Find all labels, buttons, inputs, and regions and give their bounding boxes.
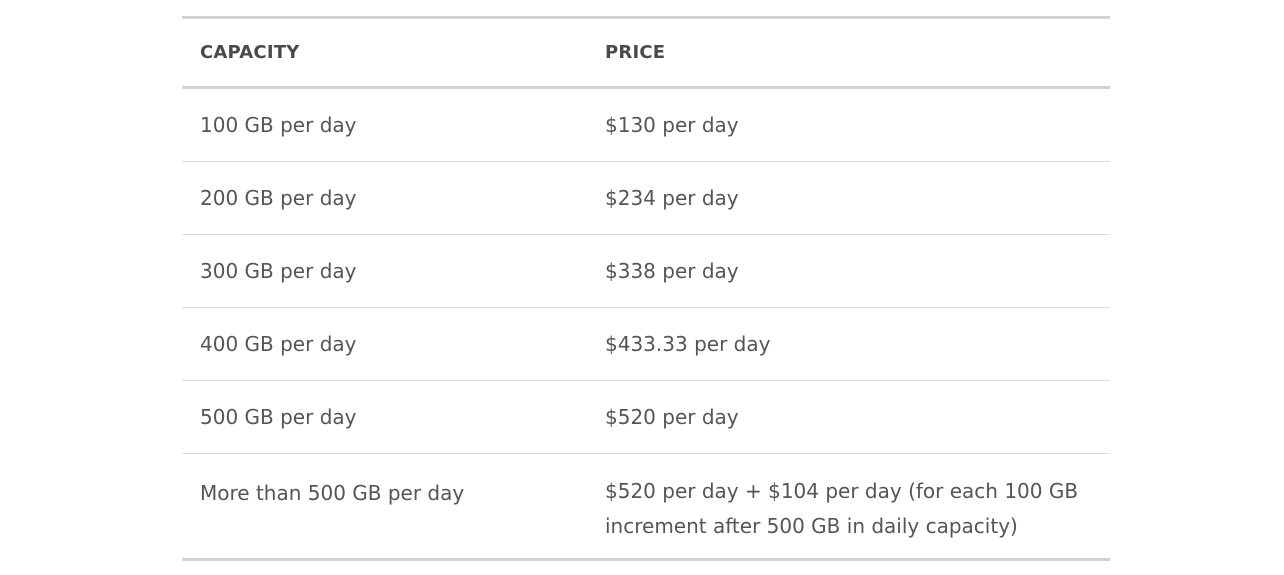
- price-cell: $520 per day: [587, 380, 1110, 454]
- header-row: CAPACITY PRICE: [182, 17, 1110, 89]
- table-row: More than 500 GB per day $520 per day + …: [182, 454, 1110, 560]
- table-row: 500 GB per day $520 per day: [182, 380, 1110, 454]
- table-row: 300 GB per day $338 per day: [182, 234, 1110, 308]
- price-cell: $130 per day: [587, 87, 1110, 162]
- capacity-cell: 200 GB per day: [182, 161, 587, 235]
- capacity-cell: 100 GB per day: [182, 87, 587, 162]
- price-cell: $234 per day: [587, 161, 1110, 235]
- capacity-cell: More than 500 GB per day: [200, 481, 465, 505]
- table-row: 200 GB per day $234 per day: [182, 161, 1110, 235]
- capacity-column-header: CAPACITY: [182, 17, 587, 89]
- capacity-cell: 400 GB per day: [182, 307, 587, 381]
- table-row: 400 GB per day $433.33 per day: [182, 307, 1110, 381]
- table-header: CAPACITY PRICE: [182, 17, 1110, 89]
- table-row: 100 GB per day $130 per day: [182, 87, 1110, 162]
- capacity-cell: 300 GB per day: [182, 234, 587, 308]
- table-body: 100 GB per day $130 per day 200 GB per d…: [182, 87, 1110, 560]
- price-cell: $433.33 per day: [587, 307, 1110, 381]
- capacity-cell: 500 GB per day: [182, 380, 587, 454]
- pricing-table: CAPACITY PRICE 100 GB per day $130 per d…: [182, 16, 1110, 561]
- price-column-header: PRICE: [587, 17, 1110, 89]
- price-cell: $520 per day + $104 per day (for each 10…: [605, 479, 1079, 538]
- price-cell: $338 per day: [587, 234, 1110, 308]
